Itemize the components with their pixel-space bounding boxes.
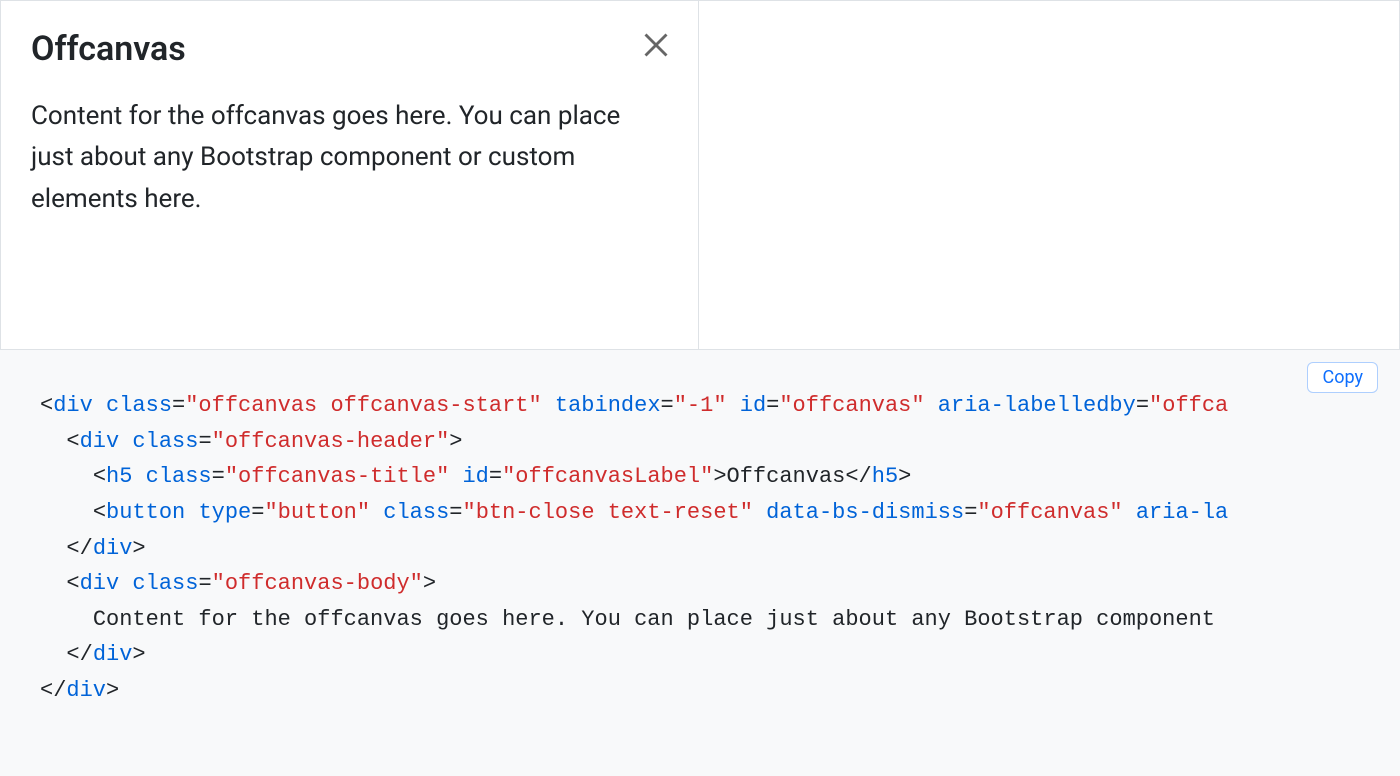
close-button[interactable] bbox=[642, 31, 670, 61]
page: Offcanvas Content for the offcanvas goes… bbox=[0, 0, 1400, 776]
example-empty-area bbox=[699, 1, 1399, 349]
close-icon bbox=[642, 31, 670, 59]
code-pre: <div class="offcanvas offcanvas-start" t… bbox=[40, 388, 1360, 709]
offcanvas-panel: Offcanvas Content for the offcanvas goes… bbox=[1, 1, 699, 349]
code-block: Copy <div class="offcanvas offcanvas-sta… bbox=[0, 350, 1400, 739]
copy-button[interactable]: Copy bbox=[1307, 362, 1378, 393]
offcanvas-header: Offcanvas bbox=[1, 1, 698, 78]
example-preview: Offcanvas Content for the offcanvas goes… bbox=[0, 0, 1400, 350]
offcanvas-body: Content for the offcanvas goes here. You… bbox=[1, 78, 661, 241]
offcanvas-title: Offcanvas bbox=[31, 29, 186, 70]
